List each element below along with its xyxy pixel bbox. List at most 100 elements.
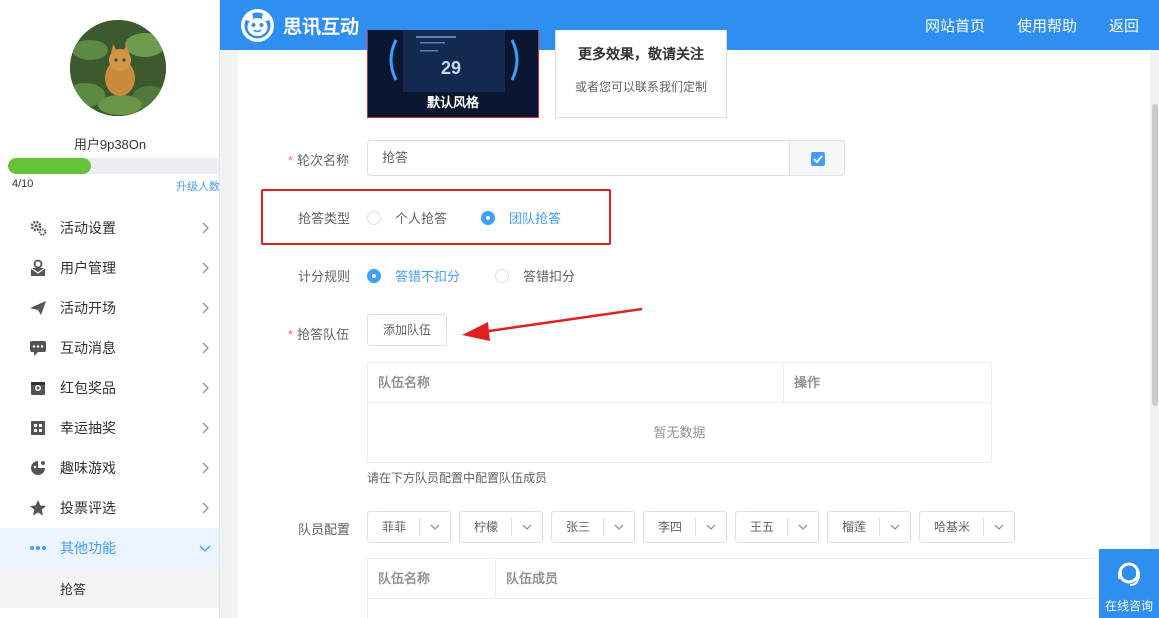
sidebar-item-activity-settings[interactable]: 活动设置 bbox=[0, 208, 219, 248]
select-divider bbox=[419, 518, 420, 536]
sidebar-item-red-packet-prizes[interactable]: 红包奖品 bbox=[0, 368, 219, 408]
nav-home[interactable]: 网站首页 bbox=[925, 15, 985, 36]
sidebar-item-fun-games[interactable]: 趣味游戏 bbox=[0, 448, 219, 488]
brand-name: 思讯互动 bbox=[283, 17, 360, 38]
member-select[interactable]: 菲菲 bbox=[367, 511, 451, 543]
chevron-down-icon bbox=[994, 524, 1004, 530]
sidebar: 用户9p38On 4/10 升级人数 活动设置 用户管理 活动开场 互动消息 红… bbox=[0, 0, 220, 618]
user-mail-icon bbox=[28, 258, 48, 278]
radio-label: 团队抢答 bbox=[509, 211, 562, 226]
headset-icon bbox=[1118, 562, 1140, 586]
member-select-value: 柠檬 bbox=[474, 520, 499, 534]
member-select[interactable]: 张三 bbox=[551, 511, 635, 543]
online-consult-label: 在线咨询 bbox=[1104, 599, 1153, 613]
round-name-label: * 轮次名称 bbox=[288, 150, 349, 169]
star-icon bbox=[28, 498, 48, 518]
chevron-right-icon bbox=[202, 222, 209, 234]
check-icon bbox=[813, 155, 823, 164]
submenu-item-quiz[interactable]: 抢答 bbox=[0, 568, 219, 608]
round-name-checkbox[interactable] bbox=[811, 152, 825, 166]
member-select[interactable]: 王五 bbox=[735, 511, 819, 543]
chevron-right-icon bbox=[202, 382, 209, 394]
member-select-value: 榴莲 bbox=[842, 520, 867, 534]
more-dots-icon bbox=[28, 538, 48, 558]
avatar-image bbox=[70, 20, 166, 116]
round-name-input[interactable]: 抢答 bbox=[367, 140, 790, 176]
radio-deduction[interactable]: 答错扣分 bbox=[495, 266, 575, 285]
chevron-right-icon bbox=[202, 462, 209, 474]
quota-text: 4/10 bbox=[12, 178, 34, 190]
select-divider bbox=[603, 518, 604, 536]
sidebar-item-lucky-draw[interactable]: 幸运抽奖 bbox=[0, 408, 219, 448]
chevron-right-icon bbox=[202, 502, 209, 514]
chevron-right-icon bbox=[202, 262, 209, 274]
sidebar-item-label: 活动开场 bbox=[60, 300, 116, 316]
more-card-title: 更多效果，敬请关注 bbox=[578, 46, 704, 62]
annotation-arrow-icon bbox=[462, 307, 643, 341]
member-select-value: 李四 bbox=[658, 520, 683, 534]
sidebar-menu: 活动设置 用户管理 活动开场 互动消息 红包奖品 幸运抽奖 趣味游戏 投票评选 … bbox=[0, 208, 219, 608]
round-name-checkbox-wrap bbox=[789, 140, 845, 176]
radio-no-deduction[interactable]: 答错不扣分 bbox=[367, 266, 460, 285]
theme-card-label: 默认风格 bbox=[426, 95, 479, 110]
required-mark: * bbox=[288, 153, 294, 168]
team-table-header-action: 操作 bbox=[784, 363, 991, 403]
radio-dot bbox=[367, 210, 381, 225]
chevron-down-icon bbox=[522, 524, 532, 530]
nav-back[interactable]: 返回 bbox=[1109, 15, 1139, 36]
radio-label: 答错不扣分 bbox=[395, 269, 461, 284]
sidebar-item-user-management[interactable]: 用户管理 bbox=[0, 248, 219, 288]
sidebar-item-label: 其他功能 bbox=[60, 540, 116, 556]
team-label-text: 抢答队伍 bbox=[297, 327, 350, 342]
radio-team-quiz[interactable]: 团队抢答 bbox=[481, 208, 561, 227]
quiz-type-label: 抢答类型 bbox=[298, 211, 351, 226]
chat-bubble-icon bbox=[28, 338, 48, 358]
sidebar-item-label: 趣味游戏 bbox=[60, 460, 116, 476]
radio-label: 个人抢答 bbox=[395, 211, 448, 226]
team-table-header-name: 队伍名称 bbox=[368, 363, 784, 403]
brand-logo-icon[interactable] bbox=[240, 8, 275, 43]
member-table: 队伍名称 队伍成员 bbox=[367, 558, 1147, 618]
chevron-right-icon bbox=[202, 422, 209, 434]
sidebar-item-other-functions[interactable]: 其他功能 bbox=[0, 528, 219, 568]
online-consult-button[interactable]: 在线咨询 bbox=[1099, 549, 1159, 618]
member-select[interactable]: 李四 bbox=[643, 511, 727, 543]
gift-box-icon bbox=[28, 378, 48, 398]
member-select-value: 菲菲 bbox=[382, 520, 407, 534]
chevron-down-icon bbox=[614, 524, 624, 530]
nav-help[interactable]: 使用帮助 bbox=[1017, 15, 1077, 36]
member-config-label: 队员配置 bbox=[298, 522, 351, 537]
theme-preview-number: 29 bbox=[441, 58, 462, 78]
avatar[interactable] bbox=[70, 20, 166, 116]
sidebar-item-interactive-messages[interactable]: 互动消息 bbox=[0, 328, 219, 368]
member-select-value: 哈基米 bbox=[934, 520, 971, 534]
member-select-value: 张三 bbox=[566, 520, 591, 534]
add-team-button[interactable]: 添加队伍 bbox=[367, 314, 447, 346]
lottery-icon bbox=[28, 418, 48, 438]
quota-progress-fill bbox=[8, 158, 92, 174]
score-rule-label: 计分规则 bbox=[298, 269, 351, 284]
chevron-down-icon bbox=[890, 524, 900, 530]
member-table-header-team: 队伍名称 bbox=[368, 559, 496, 599]
member-select[interactable]: 榴莲 bbox=[827, 511, 911, 543]
radio-dot bbox=[495, 268, 509, 283]
more-card-subtitle: 或者您可以联系我们定制 bbox=[574, 80, 707, 94]
top-nav: 网站首页 使用帮助 返回 bbox=[925, 15, 1139, 36]
radio-individual-quiz[interactable]: 个人抢答 bbox=[367, 208, 447, 227]
paper-plane-icon bbox=[28, 298, 48, 318]
sidebar-item-label: 红包奖品 bbox=[60, 380, 116, 396]
member-select[interactable]: 柠檬 bbox=[459, 511, 543, 543]
vertical-scrollbar[interactable] bbox=[1152, 104, 1158, 406]
theme-card-default[interactable]: 29 默认风格 bbox=[367, 30, 539, 118]
chevron-down-icon bbox=[706, 524, 716, 530]
radio-dot bbox=[367, 268, 381, 283]
round-name-label-text: 轮次名称 bbox=[297, 153, 350, 168]
chevron-right-icon bbox=[202, 342, 209, 354]
upgrade-link[interactable]: 升级人数 bbox=[176, 178, 219, 194]
sidebar-item-voting[interactable]: 投票评选 bbox=[0, 488, 219, 528]
sidebar-item-activity-opening[interactable]: 活动开场 bbox=[0, 288, 219, 328]
chevron-down-icon bbox=[199, 545, 211, 552]
chevron-right-icon bbox=[202, 302, 209, 314]
radio-dot bbox=[481, 210, 495, 225]
member-select[interactable]: 哈基米 bbox=[919, 511, 1015, 543]
